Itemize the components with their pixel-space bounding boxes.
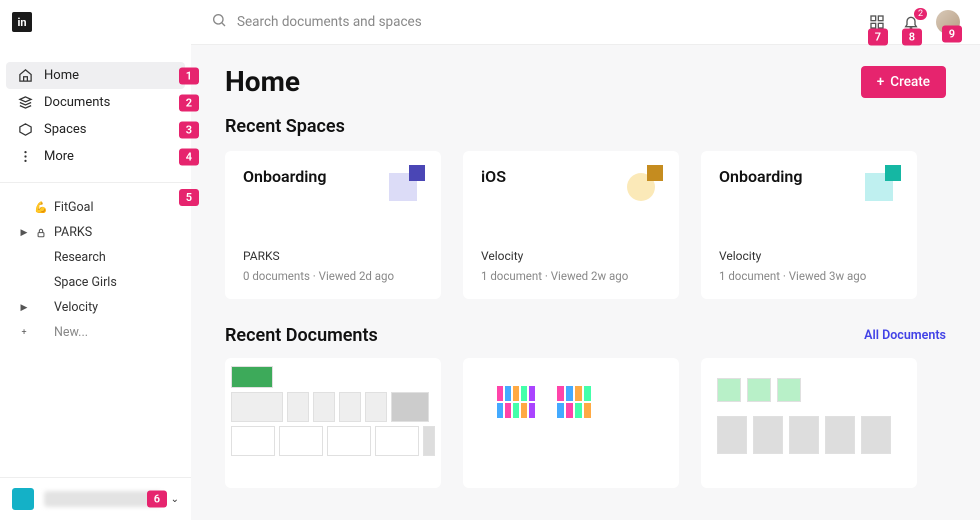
sidebar-space-fitgoal[interactable]: 💪 FitGoal 5 [6, 195, 185, 220]
create-button[interactable]: + Create [861, 66, 946, 98]
sidebar-space-research[interactable]: Research [6, 245, 185, 270]
topbar-actions: 7 2 8 9 [868, 10, 960, 34]
apps-icon[interactable]: 7 [868, 13, 886, 31]
nav-spaces[interactable]: Spaces 3 [6, 116, 185, 143]
notification-count-badge: 2 [914, 8, 927, 20]
user-avatar[interactable]: 9 [936, 10, 960, 34]
space-card-meta: 1 document · Viewed 3w ago [719, 269, 899, 283]
divider [0, 182, 191, 183]
space-card-meta: 1 document · Viewed 2w ago [481, 269, 661, 283]
notifications-icon[interactable]: 2 8 [902, 13, 920, 31]
callout-badge: 6 [147, 491, 167, 508]
emoji-icon: 💪 [35, 201, 47, 214]
sidebar: in Home 1 Documents 2 Spaces 3 [0, 0, 191, 520]
all-documents-link[interactable]: All Documents [864, 328, 946, 343]
callout-badge: 9 [942, 26, 962, 43]
lock-icon [35, 228, 47, 238]
space-card-meta: 0 documents · Viewed 2d ago [243, 269, 423, 283]
sidebar-space-label: New... [54, 325, 88, 340]
document-card[interactable] [463, 358, 679, 488]
topbar: Search documents and spaces 7 2 8 9 [191, 0, 980, 45]
sidebar-spaces-list: 💪 FitGoal 5 ▶ PARKS Research Space Girls… [0, 195, 191, 345]
spaces-icon [18, 122, 33, 137]
nav-main: Home 1 Documents 2 Spaces 3 More 4 [0, 62, 191, 170]
chevron-down-icon: ⌄ [171, 494, 179, 505]
sidebar-space-label: FitGoal [54, 200, 94, 215]
nav-home[interactable]: Home 1 [6, 62, 185, 89]
recent-spaces-row: Onboarding PARKS 0 documents · Viewed 2d… [225, 151, 946, 299]
nav-label: Home [44, 68, 79, 83]
sidebar-new-space[interactable]: + New... [6, 320, 185, 345]
team-avatar [12, 488, 34, 510]
nav-label: Spaces [44, 122, 87, 137]
documents-icon [18, 95, 33, 110]
sidebar-space-label: Space Girls [54, 275, 117, 290]
create-label: Create [890, 74, 930, 90]
content: Home + Create Recent Spaces Onboarding P… [191, 45, 980, 520]
sidebar-space-spacegirls[interactable]: Space Girls [6, 270, 185, 295]
space-card[interactable]: Onboarding Velocity 1 document · Viewed … [701, 151, 917, 299]
team-name [44, 491, 161, 507]
search-icon [211, 12, 227, 32]
nav-label: Documents [44, 95, 110, 110]
nav-documents[interactable]: Documents 2 [6, 89, 185, 116]
section-title-docs: Recent Documents [225, 325, 378, 346]
app-logo[interactable]: in [12, 12, 32, 32]
more-icon [18, 149, 33, 164]
nav-label: More [44, 149, 74, 164]
main: Search documents and spaces 7 2 8 9 Home… [191, 0, 980, 520]
sidebar-space-label: Velocity [54, 300, 98, 315]
search-input[interactable]: Search documents and spaces [211, 12, 854, 32]
plus-icon: + [877, 74, 885, 90]
space-shape-icon [865, 165, 901, 201]
space-shape-icon [627, 165, 663, 201]
sidebar-space-velocity[interactable]: ▶ Velocity [6, 295, 185, 320]
document-card[interactable] [701, 358, 917, 488]
sidebar-space-label: Research [54, 250, 106, 265]
space-card-subtitle: Velocity [481, 249, 661, 263]
space-card[interactable]: iOS Velocity 1 document · Viewed 2w ago [463, 151, 679, 299]
space-shape-icon [389, 165, 425, 201]
callout-badge: 5 [179, 189, 199, 206]
home-icon [18, 68, 33, 83]
callout-badge: 3 [179, 121, 199, 138]
recent-docs-row [225, 358, 946, 488]
caret-right-icon: ▶ [20, 228, 28, 238]
search-placeholder: Search documents and spaces [237, 14, 422, 30]
page-title: Home [225, 65, 300, 98]
space-card[interactable]: Onboarding PARKS 0 documents · Viewed 2d… [225, 151, 441, 299]
nav-more[interactable]: More 4 [6, 143, 185, 170]
sidebar-space-label: PARKS [54, 225, 92, 240]
callout-badge: 4 [179, 148, 199, 165]
callout-badge: 8 [902, 29, 922, 46]
callout-badge: 1 [179, 67, 199, 84]
sidebar-footer[interactable]: 6 ⌄ [0, 477, 191, 520]
callout-badge: 2 [179, 94, 199, 111]
space-card-subtitle: PARKS [243, 249, 423, 263]
space-card-subtitle: Velocity [719, 249, 899, 263]
sidebar-space-parks[interactable]: ▶ PARKS [6, 220, 185, 245]
caret-right-icon: ▶ [20, 303, 28, 313]
plus-icon: + [20, 328, 28, 338]
callout-badge: 7 [868, 29, 888, 46]
section-title-spaces: Recent Spaces [225, 116, 946, 137]
document-card[interactable] [225, 358, 441, 488]
